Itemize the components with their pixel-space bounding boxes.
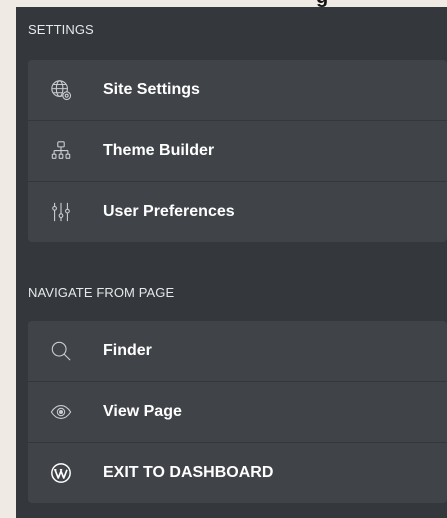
globe-gear-icon: [50, 79, 72, 101]
menu-item-label: Theme Builder: [103, 142, 215, 159]
wordpress-icon: [50, 462, 72, 484]
eye-icon: [50, 401, 72, 423]
menu-item-exit-to-dashboard[interactable]: EXIT TO DASHBOARD: [28, 442, 447, 503]
menu-item-label: View Page: [103, 403, 182, 420]
menu-item-view-page[interactable]: View Page: [28, 381, 447, 442]
menu-item-label: Site Settings: [103, 81, 200, 98]
clipped-heading-fragment: g: [316, 0, 328, 7]
menu-item-user-preferences[interactable]: User Preferences: [28, 181, 447, 242]
navigate-section-title: NAVIGATE FROM PAGE: [28, 285, 175, 300]
top-clipped-heading: g: [16, 0, 447, 7]
search-icon: [50, 340, 72, 362]
settings-panel: SETTINGS Site Settings Theme Builder Use…: [16, 7, 447, 518]
menu-item-finder[interactable]: Finder: [28, 321, 447, 381]
menu-item-label: EXIT TO DASHBOARD: [103, 464, 274, 481]
settings-section-title: SETTINGS: [28, 22, 94, 37]
sliders-icon: [50, 201, 72, 223]
menu-item-label: User Preferences: [103, 203, 235, 220]
sitemap-icon: [50, 140, 72, 162]
navigate-group: Finder View Page EXIT TO DASHBOARD: [28, 321, 447, 503]
menu-item-theme-builder[interactable]: Theme Builder: [28, 120, 447, 181]
menu-item-site-settings[interactable]: Site Settings: [28, 60, 447, 120]
settings-group: Site Settings Theme Builder User Prefere…: [28, 60, 447, 242]
menu-item-label: Finder: [103, 342, 152, 359]
